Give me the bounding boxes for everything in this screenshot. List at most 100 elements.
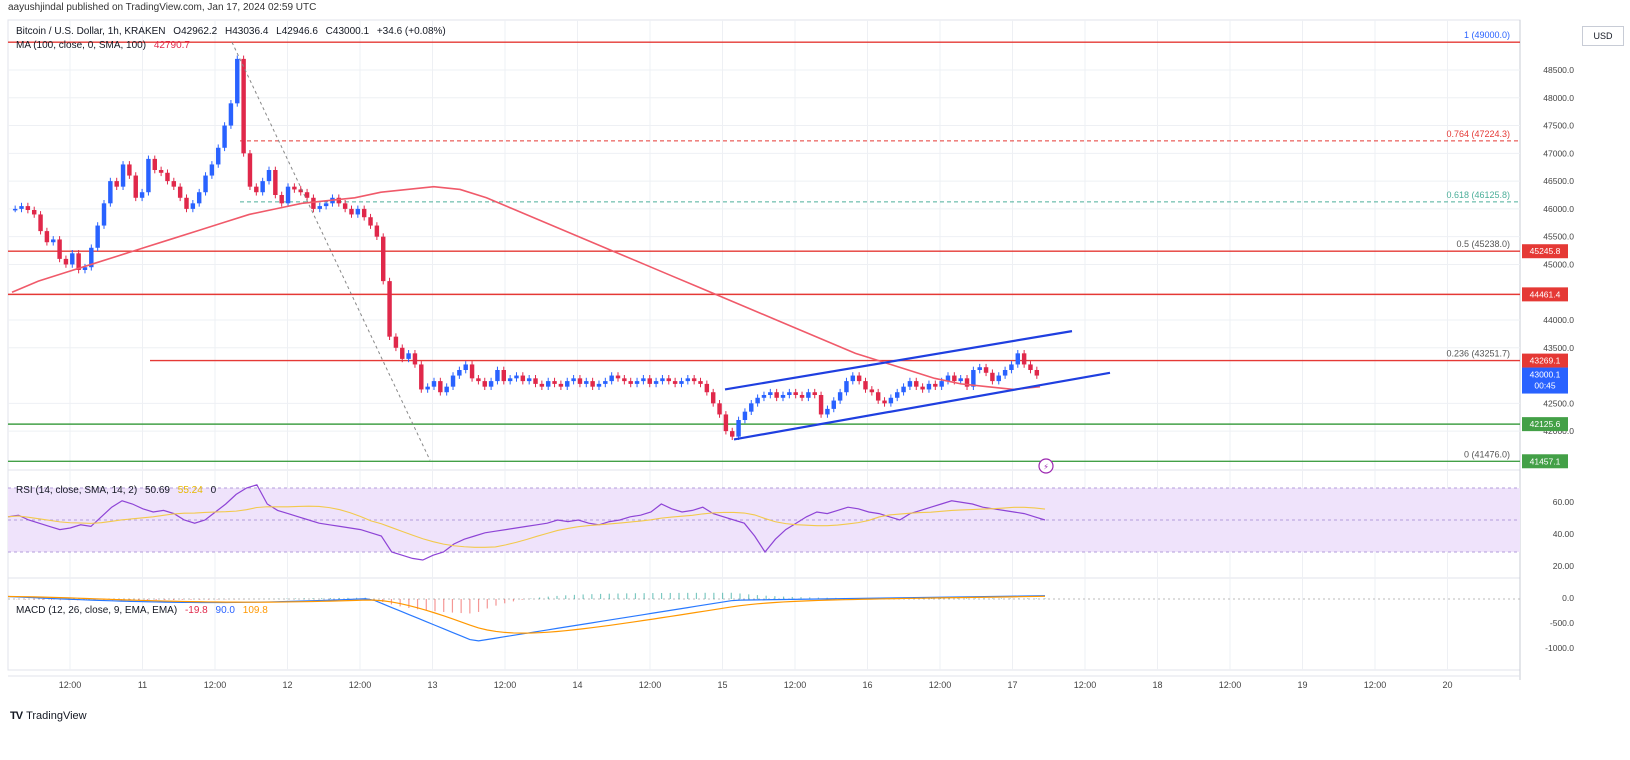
- candle-body: [660, 378, 665, 382]
- candle-body: [1015, 353, 1021, 365]
- candle-body: [355, 208, 361, 215]
- candle-body: [63, 258, 69, 265]
- candle-body: [952, 375, 957, 382]
- candle-body: [495, 370, 500, 382]
- candle-body: [165, 172, 170, 182]
- candle-body: [565, 381, 570, 387]
- candle-body: [977, 367, 982, 370]
- candle-body: [266, 170, 272, 182]
- candle-body: [996, 375, 1001, 382]
- macd-tick-label: -1000.0: [1545, 643, 1574, 653]
- time-tick-label: 11: [138, 680, 147, 690]
- candle-body: [730, 431, 735, 437]
- candle-body: [412, 353, 418, 365]
- price-tick-label: 47000.0: [1543, 148, 1574, 158]
- candle-body: [901, 386, 906, 393]
- candle-body: [273, 170, 278, 195]
- currency-button[interactable]: USD: [1582, 26, 1624, 46]
- candle-body: [958, 378, 963, 382]
- candle-body: [241, 58, 246, 154]
- candle-body: [247, 153, 253, 187]
- rsi-tick-label: 60.00: [1553, 497, 1575, 507]
- chart-canvas[interactable]: 12:00 11 12:00 12 12:00 13 12:00 14 12:00 15 12:00…: [0, 0, 1630, 700]
- candle-body: [926, 383, 932, 390]
- time-tick-label: 12: [282, 680, 292, 690]
- candle-body: [514, 375, 519, 379]
- rsi-tick-label: 20.00: [1553, 561, 1575, 571]
- ma-value: 42790.7: [153, 40, 190, 51]
- candle-body: [856, 375, 862, 382]
- rsi-label: RSI (14, close, SMA, 14, 2): [16, 485, 138, 496]
- price-tick-label: 43500.0: [1543, 343, 1574, 353]
- candle-body: [158, 170, 164, 173]
- candle-body: [101, 203, 107, 226]
- candle-body: [482, 381, 487, 387]
- price-tick-label: 47500.0: [1543, 121, 1574, 131]
- level-label: 0 (41476.0): [1464, 449, 1510, 459]
- candle-body: [292, 186, 297, 190]
- candle-body: [374, 225, 380, 237]
- candle-body: [768, 392, 773, 395]
- change-value: +34.6 (+0.08%): [376, 26, 446, 37]
- candle-body: [761, 395, 767, 398]
- candle-body: [120, 164, 126, 187]
- candle-body: [609, 375, 614, 382]
- candle-body: [672, 381, 678, 384]
- candle-body: [139, 192, 145, 198]
- time-tick-label: 13: [427, 680, 437, 690]
- time-tick-label: 12:00: [1074, 680, 1097, 690]
- price-tick-label: 48000.0: [1543, 93, 1574, 103]
- candle-body: [171, 181, 177, 187]
- rsi-ma-value: 55.24: [177, 485, 203, 496]
- candle-body: [57, 239, 62, 259]
- candle-body: [457, 370, 462, 376]
- candle-body: [196, 192, 202, 204]
- candle-body: [285, 186, 291, 204]
- candle-body: [787, 392, 792, 395]
- plot-frame: [7, 19, 1521, 671]
- time-tick-label: 12:00: [639, 680, 662, 690]
- candle-body: [31, 210, 37, 215]
- time-tick-label: 12:00: [59, 680, 82, 690]
- candle-body: [831, 400, 836, 409]
- candle-body: [704, 383, 710, 393]
- candle-body: [691, 378, 697, 382]
- candle-body: [539, 383, 545, 387]
- candle-body: [177, 186, 183, 198]
- candle-body: [742, 411, 748, 420]
- level-label: 0.236 (43251.7): [1446, 349, 1510, 359]
- candle-body: [812, 392, 817, 395]
- price-tick-label: 48500.0: [1543, 65, 1574, 75]
- candle-body: [450, 375, 456, 387]
- tradingview-logo-icon: TV: [10, 710, 23, 722]
- macd-tick-label: -500.0: [1550, 618, 1574, 628]
- low-value: L42946.6: [276, 26, 318, 37]
- candle-body: [317, 206, 322, 209]
- candle-body: [520, 375, 526, 382]
- level-label: 0.618 (46125.8): [1446, 190, 1510, 200]
- time-tick-label: 12:00: [929, 680, 952, 690]
- candle-body: [254, 186, 259, 193]
- candle-body: [51, 239, 56, 243]
- candle-body: [698, 381, 703, 384]
- time-tick-label: 14: [572, 680, 582, 690]
- candle-body: [469, 364, 475, 379]
- candle-body: [304, 192, 310, 198]
- rsi-value: 50.69: [144, 485, 170, 496]
- candle-body: [190, 203, 196, 209]
- candle-body: [914, 381, 919, 387]
- candle-body: [774, 392, 779, 398]
- candle-body: [463, 364, 468, 370]
- candle-body: [653, 381, 659, 384]
- candle-body: [780, 395, 786, 398]
- candle-body: [990, 372, 995, 382]
- candle-body: [552, 381, 557, 384]
- rsi-tick-label: 40.00: [1553, 529, 1575, 539]
- candle-body: [488, 381, 494, 387]
- candle-body: [323, 203, 329, 207]
- candle-body: [818, 395, 824, 415]
- candle-body: [38, 214, 43, 232]
- candle-body: [203, 175, 208, 193]
- close-value: C43000.1: [325, 26, 370, 37]
- candle-body: [577, 378, 583, 384]
